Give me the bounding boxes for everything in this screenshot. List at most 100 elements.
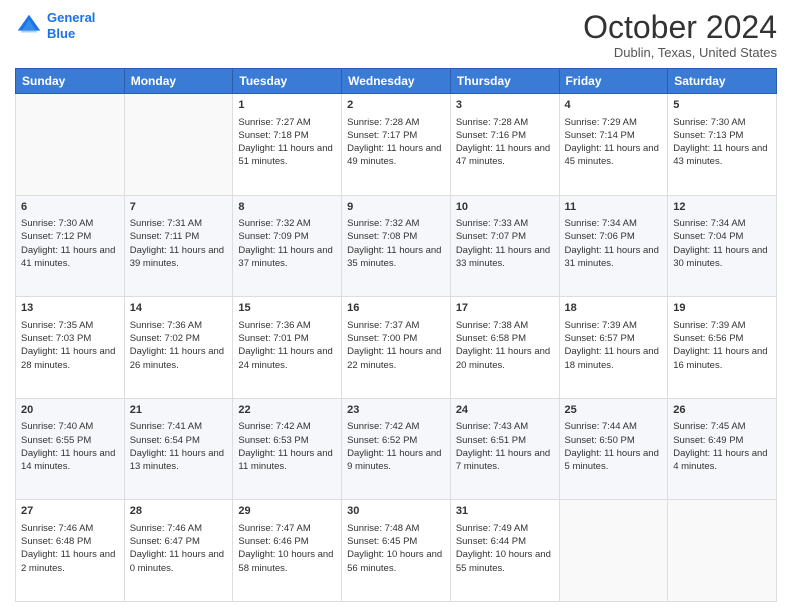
sunrise-text: Sunrise: 7:36 AM	[130, 319, 228, 332]
day-number: 28	[130, 504, 228, 519]
sunset-text: Sunset: 7:14 PM	[565, 129, 663, 142]
sunrise-text: Sunrise: 7:40 AM	[21, 420, 119, 433]
daylight-text: Daylight: 11 hours and 7 minutes.	[456, 447, 554, 474]
page: General Blue October 2024 Dublin, Texas,…	[0, 0, 792, 612]
calendar-cell: 15Sunrise: 7:36 AMSunset: 7:01 PMDayligh…	[233, 297, 342, 399]
sunrise-text: Sunrise: 7:42 AM	[347, 420, 445, 433]
calendar-cell: 9Sunrise: 7:32 AMSunset: 7:08 PMDaylight…	[342, 195, 451, 297]
calendar-cell: 24Sunrise: 7:43 AMSunset: 6:51 PMDayligh…	[450, 398, 559, 500]
daylight-text: Daylight: 11 hours and 5 minutes.	[565, 447, 663, 474]
day-number: 16	[347, 301, 445, 316]
sunset-text: Sunset: 7:17 PM	[347, 129, 445, 142]
logo: General Blue	[15, 10, 95, 41]
sunset-text: Sunset: 7:11 PM	[130, 230, 228, 243]
day-number: 12	[673, 200, 771, 215]
sunrise-text: Sunrise: 7:34 AM	[673, 217, 771, 230]
calendar-cell: 4Sunrise: 7:29 AMSunset: 7:14 PMDaylight…	[559, 94, 668, 196]
week-row-2: 13Sunrise: 7:35 AMSunset: 7:03 PMDayligh…	[16, 297, 777, 399]
sunrise-text: Sunrise: 7:31 AM	[130, 217, 228, 230]
day-header-monday: Monday	[124, 69, 233, 94]
day-header-tuesday: Tuesday	[233, 69, 342, 94]
daylight-text: Daylight: 11 hours and 49 minutes.	[347, 142, 445, 169]
daylight-text: Daylight: 10 hours and 56 minutes.	[347, 548, 445, 575]
sunrise-text: Sunrise: 7:37 AM	[347, 319, 445, 332]
sunset-text: Sunset: 6:55 PM	[21, 434, 119, 447]
sunrise-text: Sunrise: 7:44 AM	[565, 420, 663, 433]
calendar-cell: 25Sunrise: 7:44 AMSunset: 6:50 PMDayligh…	[559, 398, 668, 500]
day-number: 23	[347, 403, 445, 418]
sunrise-text: Sunrise: 7:43 AM	[456, 420, 554, 433]
calendar-cell: 20Sunrise: 7:40 AMSunset: 6:55 PMDayligh…	[16, 398, 125, 500]
week-row-1: 6 Sunrise: 7:30 AMSunset: 7:12 PM Daylight…	[16, 195, 777, 297]
day-header-thursday: Thursday	[450, 69, 559, 94]
calendar-table: SundayMondayTuesdayWednesdayThursdayFrid…	[15, 68, 777, 602]
calendar-cell: 18Sunrise: 7:39 AMSunset: 6:57 PMDayligh…	[559, 297, 668, 399]
title-block: October 2024 Dublin, Texas, United State…	[583, 10, 777, 60]
sunset-text: Sunset: 7:16 PM	[456, 129, 554, 142]
week-row-3: 20Sunrise: 7:40 AMSunset: 6:55 PMDayligh…	[16, 398, 777, 500]
daylight-text: Daylight: 11 hours and 31 minutes.	[565, 244, 663, 271]
calendar-cell: 17Sunrise: 7:38 AMSunset: 6:58 PMDayligh…	[450, 297, 559, 399]
sunrise-text: Sunrise: 7:39 AM	[673, 319, 771, 332]
calendar-cell: 16Sunrise: 7:37 AMSunset: 7:00 PMDayligh…	[342, 297, 451, 399]
daylight-text: Daylight: 11 hours and 39 minutes.	[130, 244, 228, 271]
sunset-text: Sunset: 6:44 PM	[456, 535, 554, 548]
daylight-text: Daylight: 11 hours and 35 minutes.	[347, 244, 445, 271]
daylight-text: Daylight: 10 hours and 58 minutes.	[238, 548, 336, 575]
calendar-cell	[668, 500, 777, 602]
day-header-friday: Friday	[559, 69, 668, 94]
calendar-cell: 30Sunrise: 7:48 AMSunset: 6:45 PMDayligh…	[342, 500, 451, 602]
day-number: 3	[456, 98, 554, 113]
sunset-text: Sunset: 7:02 PM	[130, 332, 228, 345]
day-number: 6	[21, 200, 119, 215]
day-header-sunday: Sunday	[16, 69, 125, 94]
daylight-text: Daylight: 11 hours and 26 minutes.	[130, 345, 228, 372]
daylight-text: Daylight: 11 hours and 4 minutes.	[673, 447, 771, 474]
day-number: 9	[347, 200, 445, 215]
calendar-cell: 11Sunrise: 7:34 AMSunset: 7:06 PMDayligh…	[559, 195, 668, 297]
sunset-text: Sunset: 6:47 PM	[130, 535, 228, 548]
sunset-text: Sunset: 7:04 PM	[673, 230, 771, 243]
sunset-text: Sunset: 7:18 PM	[238, 129, 336, 142]
calendar-header-row: SundayMondayTuesdayWednesdayThursdayFrid…	[16, 69, 777, 94]
sunset-text: Sunset: 7:12 PM	[21, 230, 119, 243]
sunset-text: Sunset: 6:51 PM	[456, 434, 554, 447]
sunrise-text: Sunrise: 7:29 AM	[565, 116, 663, 129]
daylight-text: Daylight: 11 hours and 9 minutes.	[347, 447, 445, 474]
sunset-text: Sunset: 6:50 PM	[565, 434, 663, 447]
sunrise-text: Sunrise: 7:41 AM	[130, 420, 228, 433]
sunrise-text: Sunrise: 7:39 AM	[565, 319, 663, 332]
day-header-wednesday: Wednesday	[342, 69, 451, 94]
logo-line1: General	[47, 10, 95, 25]
calendar-cell: 2Sunrise: 7:28 AMSunset: 7:17 PMDaylight…	[342, 94, 451, 196]
sunrise-text: Sunrise: 7:28 AM	[347, 116, 445, 129]
day-header-saturday: Saturday	[668, 69, 777, 94]
sunrise-text: Sunrise: 7:30 AM	[21, 217, 119, 230]
logo-line2: Blue	[47, 26, 75, 41]
calendar-cell: 3Sunrise: 7:28 AMSunset: 7:16 PMDaylight…	[450, 94, 559, 196]
daylight-text: Daylight: 11 hours and 45 minutes.	[565, 142, 663, 169]
sunrise-text: Sunrise: 7:33 AM	[456, 217, 554, 230]
header: General Blue October 2024 Dublin, Texas,…	[15, 10, 777, 60]
daylight-text: Daylight: 11 hours and 47 minutes.	[456, 142, 554, 169]
daylight-text: Daylight: 10 hours and 55 minutes.	[456, 548, 554, 575]
sunrise-text: Sunrise: 7:49 AM	[456, 522, 554, 535]
daylight-text: Daylight: 11 hours and 28 minutes.	[21, 345, 119, 372]
daylight-text: Daylight: 11 hours and 16 minutes.	[673, 345, 771, 372]
sunset-text: Sunset: 7:13 PM	[673, 129, 771, 142]
sunrise-text: Sunrise: 7:35 AM	[21, 319, 119, 332]
sunrise-text: Sunrise: 7:42 AM	[238, 420, 336, 433]
sunset-text: Sunset: 7:07 PM	[456, 230, 554, 243]
week-row-0: 1Sunrise: 7:27 AMSunset: 7:18 PMDaylight…	[16, 94, 777, 196]
sunrise-text: Sunrise: 7:32 AM	[238, 217, 336, 230]
calendar-cell: 28Sunrise: 7:46 AMSunset: 6:47 PMDayligh…	[124, 500, 233, 602]
daylight-text: Daylight: 11 hours and 43 minutes.	[673, 142, 771, 169]
daylight-text: Daylight: 11 hours and 18 minutes.	[565, 345, 663, 372]
calendar-cell	[559, 500, 668, 602]
week-row-4: 27Sunrise: 7:46 AMSunset: 6:48 PMDayligh…	[16, 500, 777, 602]
sunrise-text: Sunrise: 7:46 AM	[21, 522, 119, 535]
day-number: 19	[673, 301, 771, 316]
location: Dublin, Texas, United States	[583, 45, 777, 60]
calendar-cell: 26Sunrise: 7:45 AMSunset: 6:49 PMDayligh…	[668, 398, 777, 500]
calendar-cell: 21Sunrise: 7:41 AMSunset: 6:54 PMDayligh…	[124, 398, 233, 500]
